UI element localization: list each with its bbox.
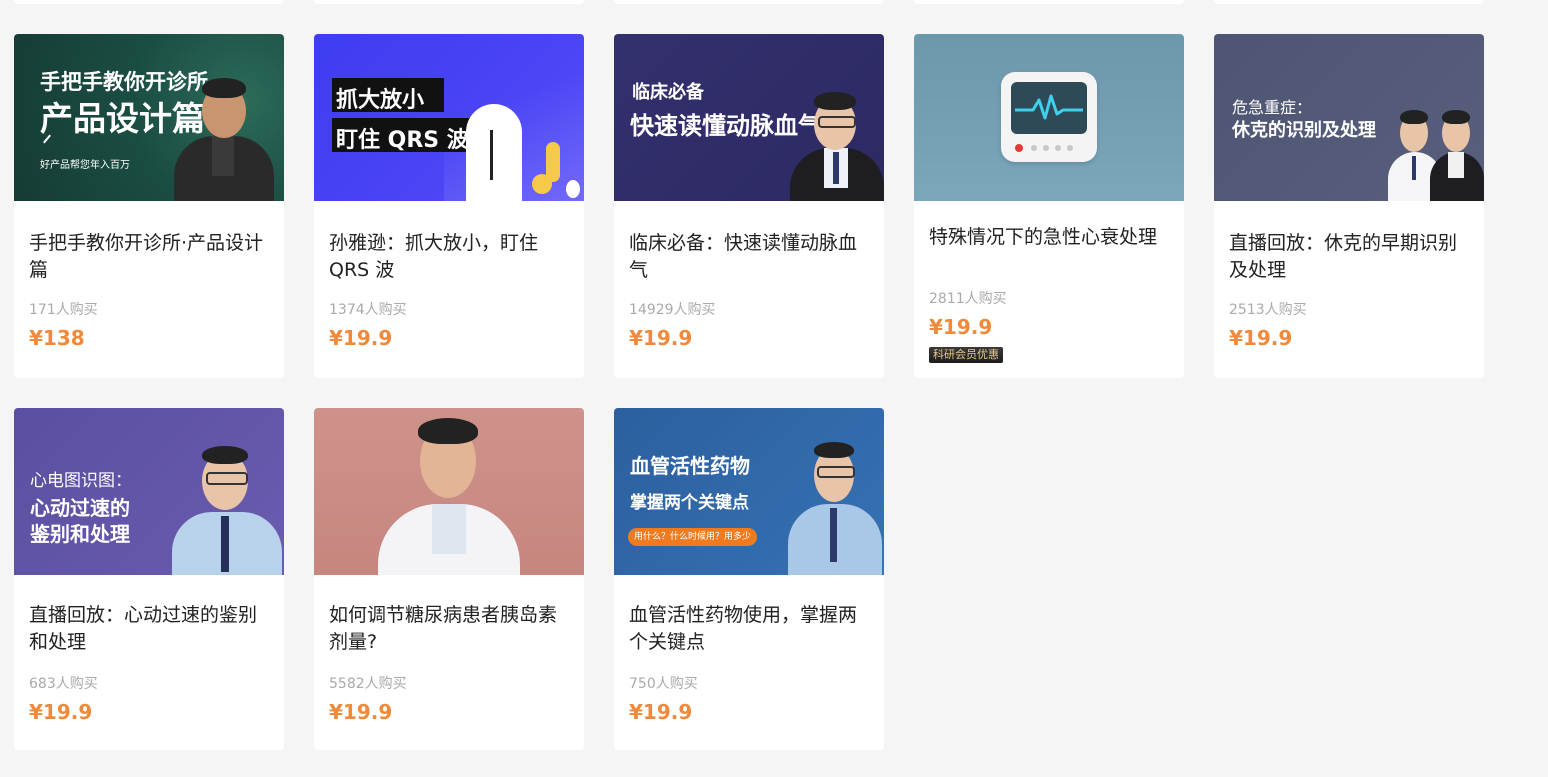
figure-illustration — [546, 142, 560, 182]
course-card[interactable]: 心电图识图： 心动过速的 鉴别和处理 直播回放：心动过速的鉴别和处理 683人购… — [14, 408, 284, 750]
course-thumbnail[interactable]: 抓大放小 盯住 QRS 波 — [314, 34, 584, 201]
course-price: ¥19.9 — [929, 315, 993, 339]
speaker-photo — [374, 416, 524, 575]
vip-discount-badge: 科研会员优惠 — [929, 347, 1003, 363]
course-card[interactable]: 如何调节糖尿病患者胰岛素剂量? 5582人购买 ¥19.9 — [314, 408, 584, 750]
course-thumbnail[interactable] — [914, 34, 1184, 201]
course-thumbnail[interactable]: 血管活性药物 掌握两个关键点 用什么？什么时候用？用多少 — [614, 408, 884, 575]
thumbnail-text: 好产品帮您年入百万 — [40, 160, 130, 171]
course-card[interactable]: 危急重症： 休克的识别及处理 直播回放：休克的早期识别及处理 2513人购买 ¥… — [1214, 34, 1484, 378]
course-price: ¥19.9 — [629, 700, 693, 724]
card-partial-top — [14, 0, 284, 4]
course-price: ¥19.9 — [629, 326, 693, 350]
thumbnail-text: 盯住 QRS 波 — [336, 128, 469, 153]
course-price: ¥19.9 — [329, 700, 393, 724]
thumbnail-text: 鉴别和处理 — [30, 522, 130, 546]
course-price: ¥19.9 — [29, 700, 93, 724]
buyer-count: 14929人购买 — [629, 302, 716, 318]
buyer-count: 1374人购买 — [329, 302, 407, 318]
thumbnail-pill: 用什么？什么时候用？用多少 — [628, 528, 758, 546]
buyer-count: 171人购买 — [29, 302, 98, 318]
card-partial-top — [314, 0, 584, 4]
buyer-count: 5582人购买 — [329, 676, 407, 692]
course-title[interactable]: 特殊情况下的急性心衰处理 — [929, 224, 1174, 251]
course-price: ¥19.9 — [1229, 326, 1293, 350]
course-card[interactable]: 特殊情况下的急性心衰处理 2811人购买 ¥19.9 科研会员优惠 — [914, 34, 1184, 378]
thumbnail-text: 休克的识别及处理 — [1232, 120, 1376, 141]
speaker-photo — [784, 90, 884, 201]
course-thumbnail[interactable]: 心电图识图： 心动过速的 鉴别和处理 — [14, 408, 284, 575]
course-card[interactable]: 手把手教你开诊所 产品设计篇 好产品帮您年入百万 手把手教你开诊所·产品设计篇 … — [14, 34, 284, 378]
plant-icon — [566, 180, 580, 198]
thumbnail-text: 临床必备 — [632, 82, 704, 103]
course-thumbnail[interactable]: 手把手教你开诊所 产品设计篇 好产品帮您年入百万 — [14, 34, 284, 201]
card-partial-top — [1214, 0, 1484, 4]
course-card[interactable]: 血管活性药物 掌握两个关键点 用什么？什么时候用？用多少 血管活性药物使用，掌握… — [614, 408, 884, 750]
course-card[interactable]: 抓大放小 盯住 QRS 波 孙雅逊：抓大放小，盯住QRS 波 1374人购买 ¥… — [314, 34, 584, 378]
speaker-photo — [164, 438, 284, 575]
course-title[interactable]: 直播回放：休克的早期识别及处理 — [1229, 230, 1474, 284]
course-price: ¥19.9 — [329, 326, 393, 350]
course-price: ¥138 — [29, 326, 85, 350]
speaker-photo — [784, 436, 884, 575]
course-card[interactable]: 临床必备 快速读懂动脉血气 临床必备：快速读懂动脉血气 14929人购买 ¥19… — [614, 34, 884, 378]
buyer-count: 683人购买 — [29, 676, 98, 692]
lamp-illustration — [490, 130, 493, 180]
course-title[interactable]: 直播回放：心动过速的鉴别和处理 — [29, 602, 274, 656]
course-title[interactable]: 孙雅逊：抓大放小，盯住QRS 波 — [329, 230, 574, 284]
course-thumbnail[interactable] — [314, 408, 584, 575]
monitor-icon — [1001, 72, 1097, 162]
course-grid: 手把手教你开诊所 产品设计篇 好产品帮您年入百万 手把手教你开诊所·产品设计篇 … — [0, 0, 1548, 777]
course-thumbnail[interactable]: 临床必备 快速读懂动脉血气 — [614, 34, 884, 201]
course-title[interactable]: 临床必备：快速读懂动脉血气 — [629, 230, 874, 284]
thumbnail-text: 抓大放小 — [336, 88, 425, 113]
buyer-count: 2513人购买 — [1229, 302, 1307, 318]
course-title[interactable]: 如何调节糖尿病患者胰岛素剂量? — [329, 602, 574, 656]
speaker-photo — [164, 74, 284, 201]
course-title[interactable]: 手把手教你开诊所·产品设计篇 — [29, 230, 274, 284]
buyer-count: 2811人购买 — [929, 291, 1007, 307]
thumbnail-text: 心电图识图： — [30, 471, 132, 491]
thumbnail-text: 危急重症： — [1232, 98, 1313, 117]
lamp-illustration — [466, 104, 522, 201]
speaker-photo — [1428, 108, 1484, 201]
thumbnail-text: 掌握两个关键点 — [630, 493, 749, 513]
card-partial-top — [914, 0, 1184, 4]
card-partial-top — [614, 0, 884, 4]
thumbnail-text: 心动过速的 — [30, 496, 130, 520]
course-title[interactable]: 血管活性药物使用，掌握两个关键点 — [629, 602, 874, 656]
course-thumbnail[interactable]: 危急重症： 休克的识别及处理 — [1214, 34, 1484, 201]
thumbnail-text: 血管活性药物 — [630, 454, 750, 478]
buyer-count: 750人购买 — [629, 676, 698, 692]
